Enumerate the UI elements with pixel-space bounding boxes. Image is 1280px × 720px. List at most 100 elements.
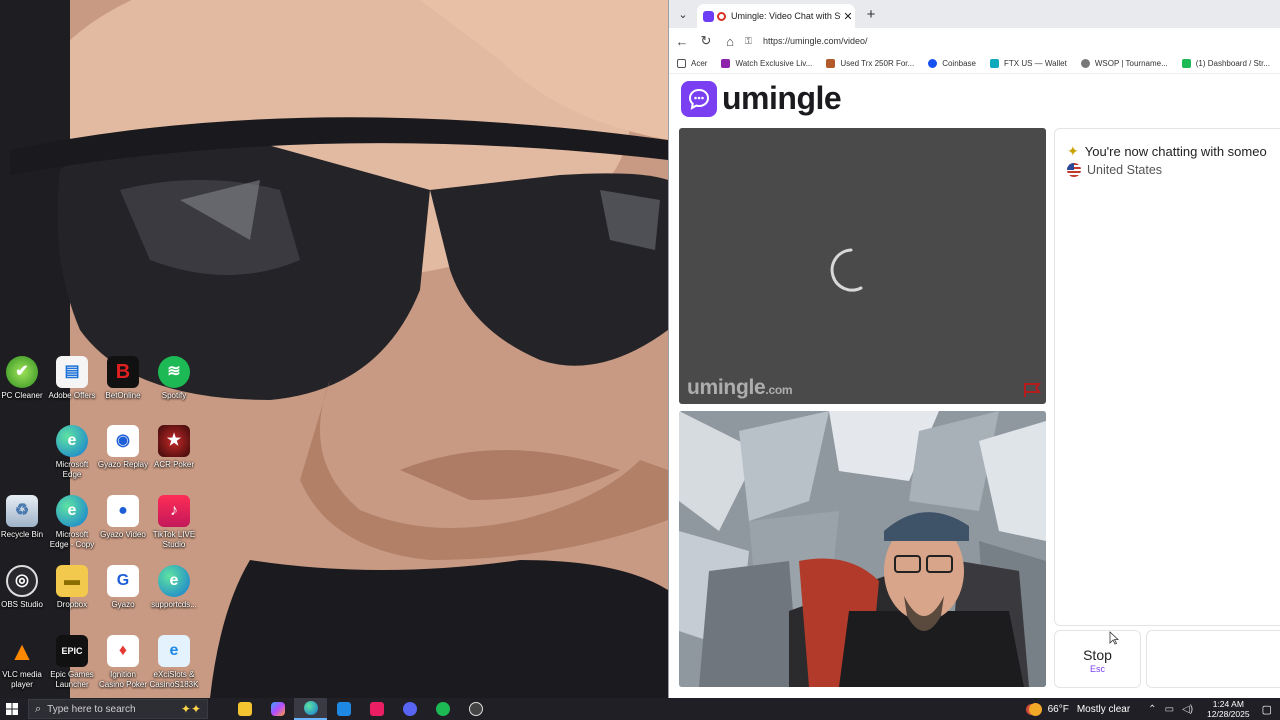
tab-list-chevron-icon[interactable]: ⌄ bbox=[673, 5, 693, 23]
reload-icon[interactable]: ↻ bbox=[697, 32, 715, 50]
taskbar-edge[interactable] bbox=[294, 698, 327, 720]
desktop-icon-obs[interactable]: ◎ OBS Studio bbox=[0, 565, 48, 610]
bookmark-favicon-icon bbox=[721, 58, 731, 68]
poker-chip-icon: ★ bbox=[158, 425, 190, 457]
windows-logo-icon bbox=[6, 703, 18, 715]
desktop-icon-pc-cleaner[interactable]: ✔ PC Cleaner bbox=[0, 356, 48, 401]
browser-toolbar: ← ↻ ⌂ ⚿ https://umingle.com/video/ bbox=[669, 28, 1280, 53]
gamepad-icon: ◉ bbox=[107, 425, 139, 457]
stop-button[interactable]: Stop Esc bbox=[1054, 630, 1141, 688]
desktop-icon-vlc[interactable]: ▲ VLC media player bbox=[0, 635, 48, 690]
taskbar-store[interactable] bbox=[327, 698, 360, 720]
ignition-icon: ♦ bbox=[107, 635, 139, 667]
desktop-icon-betonline[interactable]: B BetOnline bbox=[97, 356, 149, 401]
desktop-icon-spotify[interactable]: ≋ Spotify bbox=[148, 356, 200, 401]
chat-status-message: ✦ You're now chatting with someo bbox=[1067, 143, 1267, 159]
spotify-icon bbox=[435, 702, 450, 716]
desktop-icon-edge[interactable]: e Microsoft Edge bbox=[46, 425, 98, 480]
desktop-icon-slots[interactable]: e eXciSlots & CasinoS183K bbox=[148, 635, 200, 690]
taskbar-tiktok[interactable] bbox=[360, 698, 393, 720]
epic-games-icon: EPIC bbox=[56, 635, 88, 667]
bookmark-dashboard[interactable]: (1) Dashboard / Str... bbox=[1181, 58, 1270, 68]
address-bar[interactable]: ⚿ https://umingle.com/video/ bbox=[745, 31, 1280, 51]
video-camera-icon: ● bbox=[107, 495, 139, 527]
spotify-icon: ≋ bbox=[158, 356, 190, 388]
desktop-icon-recycle-bin[interactable]: ♻ Recycle Bin bbox=[0, 495, 48, 540]
discord-icon bbox=[402, 702, 417, 716]
report-flag-icon[interactable] bbox=[1022, 382, 1042, 398]
moon-weather-icon bbox=[1028, 702, 1042, 716]
internet-explorer-icon: e bbox=[158, 635, 190, 667]
start-button[interactable] bbox=[0, 698, 24, 720]
chat-bubble-icon bbox=[681, 80, 717, 117]
us-flag-icon bbox=[1067, 163, 1081, 177]
desktop-icon-dropbox[interactable]: ▬ Dropbox bbox=[46, 565, 98, 610]
store-icon bbox=[336, 702, 351, 716]
desktop-icon-gyazo[interactable]: G Gyazo bbox=[97, 565, 149, 610]
tab-strip: ⌄ Umingle: Video Chat with Stra ✕ + bbox=[669, 0, 1280, 28]
tab-title: Umingle: Video Chat with Stra bbox=[731, 11, 841, 21]
edge-icon: e bbox=[56, 425, 88, 457]
volume-icon[interactable]: ◁) bbox=[1182, 704, 1193, 715]
desktop-icon-gyazo-video[interactable]: ● Gyazo Video bbox=[97, 495, 149, 540]
umingle-logo[interactable]: umingle bbox=[681, 80, 842, 117]
back-arrow-icon[interactable]: ← bbox=[673, 32, 691, 50]
tiktok-icon bbox=[369, 702, 384, 716]
site-info-icon[interactable]: ⚿ bbox=[745, 36, 755, 47]
edge-icon bbox=[303, 701, 318, 715]
network-icon[interactable]: ▭ bbox=[1165, 704, 1174, 715]
bookmark-used-trx[interactable]: Used Trx 250R For... bbox=[826, 58, 914, 68]
obs-icon: ◎ bbox=[6, 565, 38, 597]
stranger-country: United States bbox=[1067, 163, 1162, 177]
taskbar-spotify[interactable] bbox=[426, 698, 459, 720]
bookmark-watch-exclusive[interactable]: Watch Exclusive Liv... bbox=[721, 58, 812, 68]
edge-icon: e bbox=[56, 495, 88, 527]
desktop-icon-gyazo-replay[interactable]: ◉ Gyazo Replay bbox=[97, 425, 149, 470]
home-icon[interactable]: ⌂ bbox=[721, 32, 739, 50]
bookmark-favicon-icon bbox=[826, 58, 836, 68]
desktop-icon-edge-copy[interactable]: e Microsoft Edge - Copy bbox=[46, 495, 98, 550]
bookmark-coinbase[interactable]: Coinbase bbox=[928, 58, 976, 68]
taskbar-obs[interactable] bbox=[459, 698, 492, 720]
taskbar-search[interactable]: ⌕ Type here to search ✦✦ bbox=[28, 699, 208, 719]
bookmark-wsop[interactable]: WSOP | Tourname... bbox=[1080, 58, 1168, 68]
copilot-icon bbox=[270, 702, 285, 716]
folder-icon bbox=[237, 702, 252, 716]
search-highlight-icon: ✦✦ bbox=[180, 702, 201, 716]
obs-icon bbox=[468, 702, 483, 716]
tab-umingle[interactable]: Umingle: Video Chat with Stra ✕ bbox=[697, 4, 855, 28]
gyazo-icon: G bbox=[107, 565, 139, 597]
desktop-icon-acr-poker[interactable]: ★ ACR Poker bbox=[148, 425, 200, 470]
search-icon: ⌕ bbox=[35, 702, 42, 715]
bookmarks-bar: Acer Watch Exclusive Liv... Used Trx 250… bbox=[669, 53, 1280, 74]
desktop-icon-adobe-offers[interactable]: ▤ Adobe Offers bbox=[46, 356, 98, 401]
notification-icon[interactable]: ▢ bbox=[1262, 703, 1272, 716]
desktop-icon-epic-games[interactable]: EPIC Epic Games Launcher bbox=[46, 635, 98, 690]
taskbar-discord[interactable] bbox=[393, 698, 426, 720]
recycle-bin-icon: ♻ bbox=[6, 495, 38, 527]
taskbar-copilot[interactable] bbox=[261, 698, 294, 720]
brand-name: umingle bbox=[722, 80, 842, 116]
umingle-watermark: umingle.com bbox=[687, 376, 793, 399]
bookmark-ftx[interactable]: FTX US — Wallet bbox=[990, 58, 1067, 68]
url-text: https://umingle.com/video/ bbox=[763, 36, 868, 46]
loading-spinner-icon bbox=[830, 248, 863, 292]
weather-widget[interactable]: 66°F Mostly clear bbox=[1028, 702, 1130, 716]
folder-icon: ▬ bbox=[56, 565, 88, 597]
stranger-video: umingle.com bbox=[679, 128, 1046, 404]
desktop-icon-tiktok-live[interactable]: ♪ TikTok LIVE Studio bbox=[148, 495, 200, 550]
new-tab-icon[interactable]: + bbox=[861, 5, 881, 23]
chevron-up-icon[interactable]: ⌃ bbox=[1148, 704, 1156, 715]
close-tab-icon[interactable]: ✕ bbox=[841, 10, 855, 23]
chat-message-input[interactable] bbox=[1146, 630, 1280, 688]
bookmark-acer[interactable]: Acer bbox=[677, 58, 707, 68]
traffic-cone-icon: ▲ bbox=[9, 636, 35, 666]
betonline-icon: B bbox=[107, 356, 139, 388]
taskbar: ⌕ Type here to search ✦✦ 66°F Mostly cle… bbox=[0, 698, 1280, 720]
system-clock[interactable]: 1:24 AM 12/28/2025 bbox=[1207, 699, 1250, 719]
desktop-icon-support[interactable]: e supportcds... bbox=[148, 565, 200, 610]
desktop-icon-ignition[interactable]: ♦ Ignition Casino Poker bbox=[97, 635, 149, 690]
pc-cleaner-icon: ✔ bbox=[6, 356, 38, 388]
taskbar-file-explorer[interactable] bbox=[228, 698, 261, 720]
bookmark-favicon-icon bbox=[1181, 58, 1191, 68]
